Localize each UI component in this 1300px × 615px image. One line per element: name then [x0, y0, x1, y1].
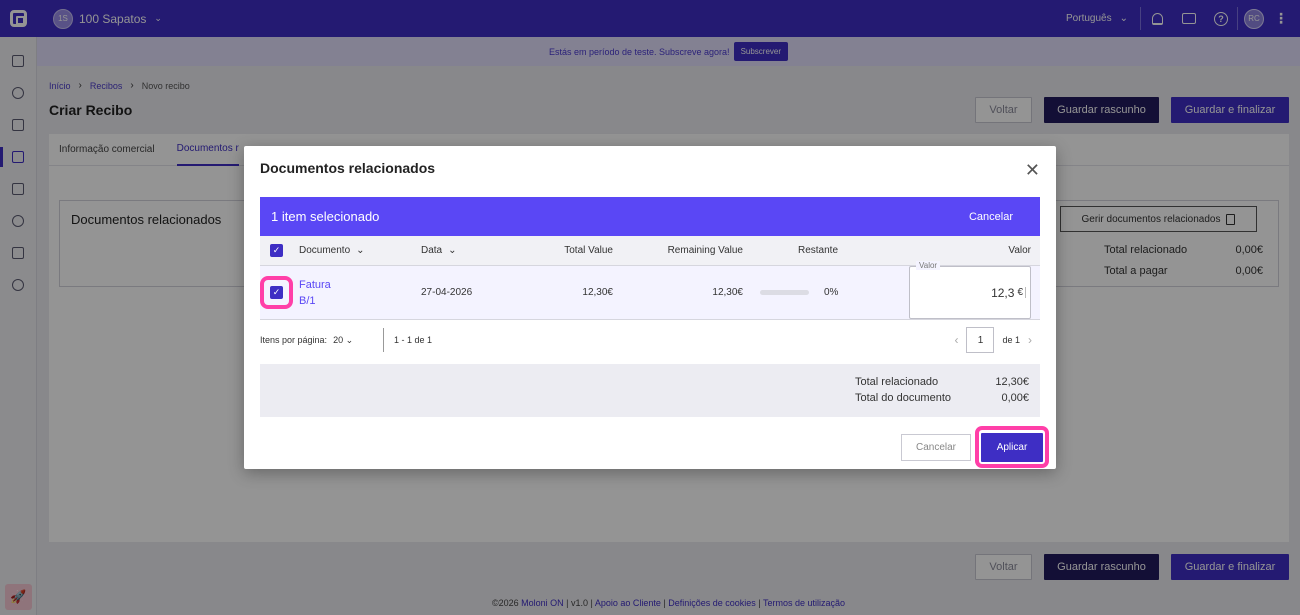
selection-bar: 1 item selecionado Cancelar	[260, 197, 1040, 236]
document-link[interactable]: Fatura B/1	[299, 266, 331, 319]
apply-button-highlight: Aplicar	[975, 426, 1049, 468]
column-label: Documento	[299, 245, 351, 256]
apply-button[interactable]: Aplicar	[981, 432, 1043, 462]
cancel-button[interactable]: Cancelar	[901, 434, 971, 461]
selection-count: 1 item selecionado	[271, 209, 380, 224]
selection-cancel-button[interactable]: Cancelar	[969, 211, 1013, 223]
valor-unit: €	[1017, 287, 1026, 298]
close-icon[interactable]: ✕	[1025, 161, 1040, 179]
column-remaining-value: Remaining Value	[667, 245, 743, 256]
summary-doc-label: Total do documento	[855, 392, 952, 404]
document-number: B/1	[299, 294, 316, 307]
summary-related-label: Total relacionado	[855, 376, 939, 388]
valor-input-label: Valor	[916, 261, 941, 270]
column-label: Data	[421, 245, 443, 256]
column-valor: Valor	[1008, 245, 1031, 256]
row-checkbox[interactable]: ✓	[260, 276, 293, 309]
summary-panel: Total relacionado 12,30€ Total do docume…	[260, 364, 1040, 417]
summary-doc-value: 0,00€	[1001, 392, 1029, 404]
column-restante: Restante	[798, 245, 839, 256]
pagination: Itens por página: 20 ⌄ 1 - 1 de 1 ‹ 1 de…	[260, 327, 1040, 353]
modal-title: Documentos relacionados	[260, 160, 436, 176]
valor-input[interactable]: Valor 12,3 €	[909, 261, 1031, 319]
items-per-page-value: 20	[333, 335, 344, 345]
summary-related-value: 12,30€	[995, 376, 1029, 388]
row-remaining-value: 12,30€	[712, 287, 743, 298]
column-documento[interactable]: Documento ⌄	[299, 236, 365, 265]
check-icon: ✓	[270, 244, 283, 257]
items-per-page-select[interactable]: 20 ⌄	[333, 335, 353, 346]
chevron-down-icon: ⌄	[448, 245, 457, 256]
valor-value: 12,3	[991, 285, 1015, 300]
summary-doc-row: Total do documento 0,00€	[855, 392, 1029, 404]
check-icon: ✓	[270, 286, 283, 299]
table-row[interactable]: ✓ Fatura B/1 27-04-2026 12,30€ 12,30€ 0%…	[260, 261, 1040, 320]
document-type: Fatura	[299, 278, 331, 291]
page-of: de 1	[1002, 335, 1020, 345]
select-all-checkbox[interactable]: ✓	[270, 236, 283, 265]
row-date: 27-04-2026	[421, 287, 473, 298]
chevron-right-icon[interactable]: ›	[1028, 333, 1032, 347]
row-restante: 0%	[760, 266, 838, 319]
divider	[383, 328, 384, 352]
related-documents-modal: Documentos relacionados ✕ 1 item selecio…	[244, 146, 1056, 469]
items-per-page: Itens por página: 20 ⌄	[260, 335, 353, 346]
summary-related-row: Total relacionado 12,30€	[855, 376, 1029, 388]
page-navigator: ‹ 1 de 1 ›	[954, 327, 1032, 353]
chevron-left-icon[interactable]: ‹	[954, 333, 958, 347]
progress-bar	[760, 290, 809, 295]
row-checkbox-highlight[interactable]: ✓	[260, 266, 293, 319]
row-total-value: 12,30€	[582, 287, 613, 298]
page-range: 1 - 1 de 1	[394, 335, 433, 345]
column-total-value: Total Value	[564, 245, 613, 256]
restante-percent: 0%	[824, 287, 839, 298]
column-data[interactable]: Data ⌄	[421, 236, 457, 265]
page-input[interactable]: 1	[966, 327, 995, 353]
chevron-down-icon: ⌄	[345, 335, 354, 345]
items-per-page-label: Itens por página:	[260, 335, 328, 345]
chevron-down-icon: ⌄	[356, 245, 365, 256]
